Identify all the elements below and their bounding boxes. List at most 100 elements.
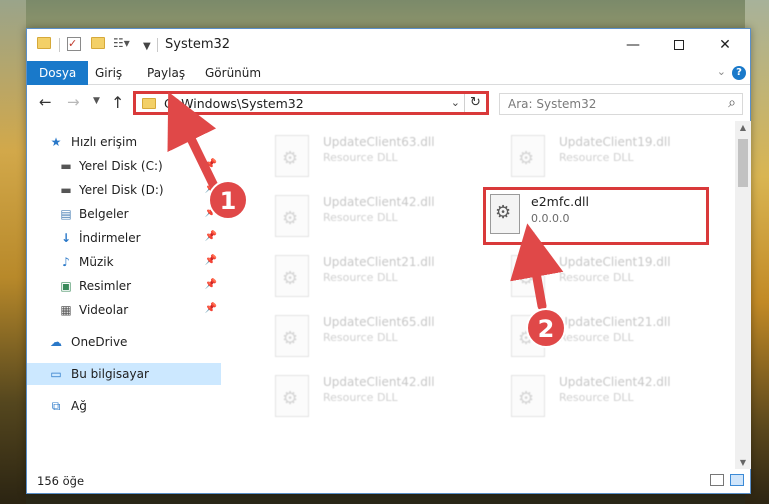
file-tile[interactable]: UpdateClient21.dll Resource DLL <box>487 307 723 365</box>
nav-item-label: Videolar <box>79 303 129 317</box>
scroll-down-icon[interactable]: ▼ <box>735 458 751 467</box>
search-icon[interactable]: ⌕ <box>728 95 736 111</box>
tab-view[interactable]: Görünüm <box>193 61 273 85</box>
nav-item-quick-access[interactable]: ★ Hızlı erişim <box>27 131 221 153</box>
file-description: Resource DLL <box>559 331 634 344</box>
file-description: Resource DLL <box>323 211 398 224</box>
ribbon-tabs: Dosya Giriş Paylaş Görünüm ⌄ ? <box>27 61 750 85</box>
recent-locations-chevron-down-icon[interactable]: ▼ <box>93 96 100 106</box>
drive-icon: ▬ <box>60 159 72 173</box>
file-name: UpdateClient19.dll <box>559 135 671 149</box>
help-icon[interactable]: ? <box>732 66 746 80</box>
file-description: Resource DLL <box>559 271 634 284</box>
search-box[interactable]: Ara: System32 ⌕ <box>499 93 743 115</box>
computer-icon: ▭ <box>50 367 62 381</box>
file-description: Resource DLL <box>559 151 634 164</box>
forward-arrow-icon[interactable]: → <box>67 93 80 111</box>
tiles-view-icon[interactable] <box>730 474 744 486</box>
download-arrow-icon: ↓ <box>60 231 72 245</box>
refresh-icon[interactable]: ↻ <box>464 94 486 112</box>
file-version: 0.0.0.0 <box>531 212 570 225</box>
file-name: UpdateClient42.dll <box>323 375 435 389</box>
file-description: Resource DLL <box>559 391 634 404</box>
search-input[interactable]: Ara: System32 <box>508 97 596 111</box>
tab-home[interactable]: Giriş <box>83 61 134 85</box>
minimize-button[interactable]: — <box>610 29 656 61</box>
file-tile[interactable]: UpdateClient21.dll Resource DLL <box>251 247 487 305</box>
file-tile[interactable]: UpdateClient63.dll Resource DLL <box>251 127 487 185</box>
file-name: UpdateClient63.dll <box>323 135 435 149</box>
view-options-icon[interactable]: ☷▾ <box>113 37 130 49</box>
navigation-bar: ← → ▼ ↑ C:\Windows\System32 ⌄ ↻ Ara: Sys… <box>27 85 750 121</box>
up-arrow-icon[interactable]: ↑ <box>111 93 124 112</box>
ribbon-expand-chevron-icon[interactable]: ⌄ <box>717 65 726 78</box>
address-bar[interactable]: C:\Windows\System32 ⌄ ↻ <box>133 91 489 115</box>
maximize-button[interactable] <box>656 29 702 61</box>
scroll-up-icon[interactable]: ▲ <box>735 123 751 132</box>
properties-check-icon[interactable]: ✓ <box>67 37 81 51</box>
pin-icon: 📌 <box>204 255 217 266</box>
nav-item-documents[interactable]: ▤ Belgeler 📌 <box>27 203 221 225</box>
nav-item-local-disk-c[interactable]: ▬ Yerel Disk (C:) 📌 <box>27 155 221 177</box>
nav-item-onedrive[interactable]: ☁ OneDrive <box>27 331 221 353</box>
nav-item-label: İndirmeler <box>79 231 141 245</box>
new-folder-icon[interactable] <box>91 37 105 49</box>
address-path[interactable]: C:\Windows\System32 <box>164 96 304 111</box>
file-tile[interactable]: UpdateClient42.dll Resource DLL <box>487 367 723 425</box>
tab-share[interactable]: Paylaş <box>135 61 197 85</box>
file-tile[interactable]: UpdateClient42.dll Resource DLL <box>251 367 487 425</box>
dll-file-icon <box>511 375 545 417</box>
nav-item-music[interactable]: ♪ Müzik 📌 <box>27 251 221 273</box>
vertical-scrollbar[interactable]: ▲ ▼ <box>735 121 751 469</box>
dll-file-icon <box>275 375 309 417</box>
pin-icon: 📌 <box>204 279 217 290</box>
file-description: Resource DLL <box>323 151 398 164</box>
close-button[interactable]: ✕ <box>702 29 748 61</box>
details-view-icon[interactable] <box>710 474 724 486</box>
scroll-thumb[interactable] <box>738 139 748 187</box>
file-description: Resource DLL <box>323 391 398 404</box>
cloud-icon: ☁ <box>50 335 62 349</box>
back-arrow-icon[interactable]: ← <box>39 93 52 111</box>
nav-item-label: Müzik <box>79 255 114 269</box>
file-tile[interactable]: UpdateClient42.dll Resource DLL <box>251 187 487 245</box>
file-description: Resource DLL <box>323 331 398 344</box>
file-description: Resource DLL <box>323 271 398 284</box>
maximize-icon <box>674 40 684 50</box>
window-title: System32 <box>165 37 231 52</box>
file-tile[interactable]: UpdateClient19.dll Resource DLL <box>487 127 723 185</box>
nav-item-label: Bu bilgisayar <box>71 367 149 381</box>
nav-item-this-pc[interactable]: ▭ Bu bilgisayar <box>27 363 221 385</box>
nav-item-network[interactable]: ⧉ Ağ <box>27 395 221 417</box>
nav-item-label: Yerel Disk (C:) <box>79 159 163 173</box>
title-separator <box>157 38 158 52</box>
nav-item-local-disk-d[interactable]: ▬ Yerel Disk (D:) 📌 <box>27 179 221 201</box>
file-list: UpdateClient63.dll Resource DLL UpdateCl… <box>221 121 735 469</box>
address-history-chevron-down-icon[interactable]: ⌄ <box>451 96 460 109</box>
file-name: UpdateClient19.dll <box>559 255 671 269</box>
dll-file-icon <box>275 135 309 177</box>
dll-file-icon <box>511 255 545 297</box>
folder-icon <box>37 37 51 49</box>
music-note-icon: ♪ <box>62 255 70 269</box>
nav-item-downloads[interactable]: ↓ İndirmeler 📌 <box>27 227 221 249</box>
star-icon: ★ <box>50 135 62 149</box>
dll-file-icon <box>511 315 545 357</box>
nav-item-videos[interactable]: ▦ Videolar 📌 <box>27 299 221 321</box>
film-icon: ▦ <box>60 303 72 317</box>
tab-file[interactable]: Dosya <box>27 61 89 85</box>
nav-item-label: Resimler <box>79 279 132 293</box>
file-tile-e2mfc[interactable]: ⚙ e2mfc.dll 0.0.0.0 - <box>483 187 709 245</box>
file-name: UpdateClient21.dll <box>323 255 435 269</box>
file-tile[interactable]: UpdateClient65.dll Resource DLL <box>251 307 487 365</box>
nav-item-pictures[interactable]: ▣ Resimler 📌 <box>27 275 221 297</box>
file-tile[interactable]: UpdateClient19.dll Resource DLL <box>487 247 723 305</box>
network-icon: ⧉ <box>51 399 61 413</box>
dll-file-icon: ⚙ <box>490 194 520 234</box>
dll-file-icon <box>275 255 309 297</box>
customize-toolbar-chevron-down-icon[interactable]: ▼ <box>143 37 151 55</box>
file-name: UpdateClient42.dll <box>559 375 671 389</box>
dll-file-icon <box>275 195 309 237</box>
quick-access-separator <box>59 38 60 52</box>
file-extra: - <box>531 226 535 239</box>
